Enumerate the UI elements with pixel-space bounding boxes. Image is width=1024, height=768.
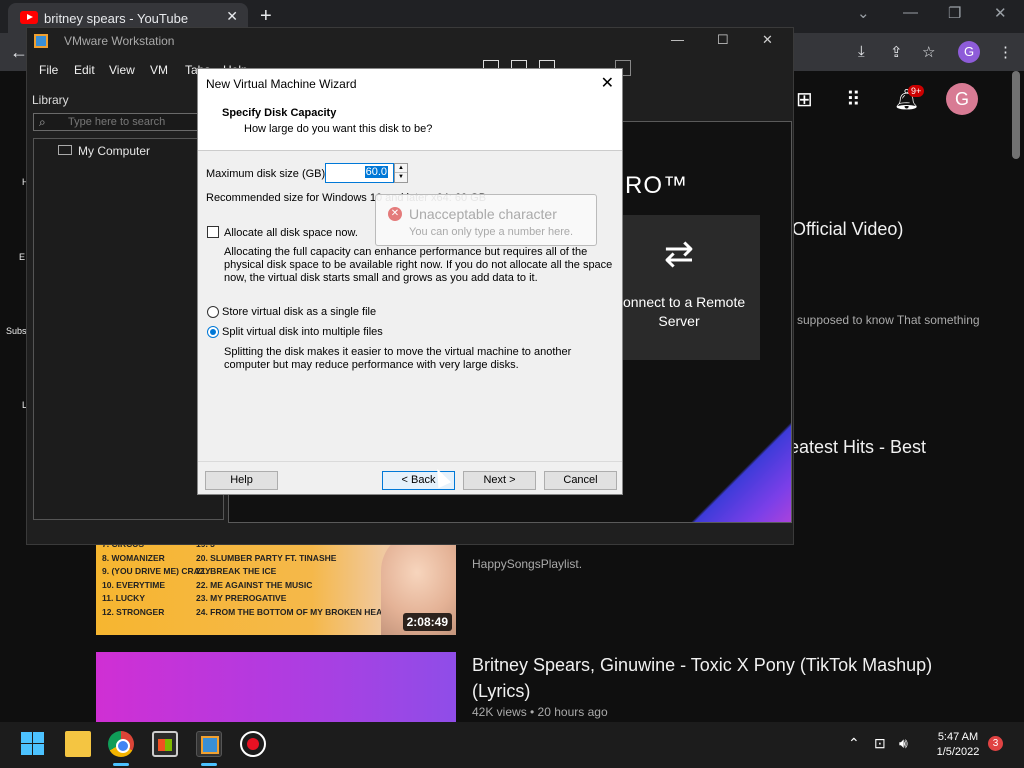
- system-clock[interactable]: 5:47 AM 1/5/2022: [930, 730, 986, 760]
- start-button-icon[interactable]: [20, 731, 46, 757]
- menu-file[interactable]: File: [39, 63, 58, 77]
- chrome-taskbar-icon[interactable]: [108, 731, 134, 757]
- side-label-explore[interactable]: E: [19, 252, 25, 262]
- tracklist-left: 7. CIRCUS 8. WOMANIZER 9. (YOU DRIVE ME)…: [102, 539, 211, 617]
- video-thumbnail[interactable]: 7. CIRCUS 8. WOMANIZER 9. (YOU DRIVE ME)…: [96, 539, 456, 635]
- menu-vm[interactable]: VM: [150, 63, 168, 77]
- max-disk-size-label: Maximum disk size (GB):: [206, 168, 329, 180]
- vmware-statusbar: [27, 528, 793, 544]
- network-icon[interactable]: ⊡: [874, 735, 886, 752]
- tab-close-icon[interactable]: ✕: [226, 8, 238, 25]
- dialog-separator: [198, 461, 622, 462]
- new-vm-wizard-dialog: New Virtual Machine Wizard ✕ Specify Dis…: [197, 68, 623, 495]
- library-search-input[interactable]: ⌕ Type here to search: [33, 113, 223, 131]
- menu-edit[interactable]: Edit: [74, 63, 95, 77]
- tracklist-right: 19. 3 20. SLUMBER PARTY FT. TINASHE 21. …: [196, 539, 394, 617]
- dialog-titlebar: New Virtual Machine Wizard ✕: [198, 69, 622, 98]
- video-description-partial: supposed to know That something: [797, 313, 980, 327]
- create-video-icon[interactable]: ⊞: [796, 87, 813, 112]
- error-icon: ✕: [388, 207, 402, 221]
- spinner-up-icon[interactable]: ▲: [395, 164, 407, 173]
- video-title[interactable]: Britney Spears, Ginuwine - Toxic X Pony …: [472, 652, 932, 678]
- close-window-icon[interactable]: ✕: [994, 4, 1007, 22]
- microsoft-store-icon[interactable]: [152, 731, 178, 757]
- vmware-title: VMware Workstation: [64, 34, 175, 48]
- dialog-subheading: How large do you want this disk to be?: [244, 123, 433, 135]
- tooltip-title: Unacceptable character: [409, 206, 557, 222]
- chrome-active-indicator: [113, 763, 129, 766]
- restore-icon[interactable]: ❐: [948, 4, 961, 22]
- page-scrollbar[interactable]: [1012, 71, 1020, 159]
- volume-icon[interactable]: 🔊︎: [899, 735, 908, 752]
- dialog-title: New Virtual Machine Wizard: [206, 77, 357, 91]
- single-file-label[interactable]: Store virtual disk as a single file: [222, 306, 376, 319]
- tooltip-message: You can only type a number here.: [409, 226, 574, 238]
- pro-logo-text: RO™: [625, 172, 688, 199]
- video-meta: 42K views • 20 hours ago: [472, 705, 608, 719]
- split-description: Splitting the disk makes it easier to mo…: [224, 346, 572, 371]
- video-title-partial[interactable]: Official Video): [792, 216, 903, 242]
- tab-search-icon[interactable]: ⌄: [857, 4, 870, 22]
- spinner-down-icon[interactable]: ▼: [395, 173, 407, 182]
- split-files-label[interactable]: Split virtual disk into multiple files: [222, 326, 383, 339]
- download-icon[interactable]: ⤓: [858, 43, 865, 60]
- video-title-line2[interactable]: (Lyrics): [472, 678, 530, 704]
- tree-item-my-computer[interactable]: My Computer: [78, 144, 150, 158]
- clock-date: 1/5/2022: [936, 746, 980, 758]
- dialog-header: Specify Disk Capacity How large do you w…: [198, 98, 622, 151]
- computer-icon: [58, 145, 72, 155]
- show-hidden-icons-icon[interactable]: ⌃: [848, 735, 860, 752]
- disk-size-spinner[interactable]: ▲ ▼: [394, 163, 408, 183]
- decorative-stripe: [651, 382, 791, 522]
- video-title-partial[interactable]: eatest Hits - Best: [789, 434, 926, 460]
- windows-taskbar: ⌃ ⊡ 🔊︎ 5:47 AM 1/5/2022 3: [0, 722, 1024, 768]
- cancel-button[interactable]: Cancel: [544, 471, 617, 490]
- next-button[interactable]: Next >: [463, 471, 536, 490]
- allocate-all-label[interactable]: Allocate all disk space now.: [224, 227, 358, 240]
- clock-time: 5:47 AM: [937, 731, 979, 743]
- validation-tooltip: ✕ Unacceptable character You can only ty…: [375, 194, 597, 246]
- max-disk-size-input[interactable]: 60.0: [325, 163, 394, 183]
- dialog-close-icon[interactable]: ✕: [601, 73, 614, 93]
- close-icon[interactable]: ✕: [762, 32, 773, 48]
- profile-avatar[interactable]: G: [958, 41, 980, 63]
- notification-center-badge[interactable]: 3: [988, 736, 1003, 751]
- menu-view[interactable]: View: [109, 63, 135, 77]
- allocate-description: Allocating the full capacity can enhance…: [224, 246, 613, 284]
- help-button[interactable]: Help: [205, 471, 278, 490]
- dialog-heading: Specify Disk Capacity: [222, 107, 337, 119]
- split-files-radio[interactable]: [207, 326, 219, 338]
- side-label-subscriptions[interactable]: Subs: [6, 326, 27, 336]
- search-icon: ⌕: [39, 115, 46, 129]
- screen-recorder-icon[interactable]: [240, 731, 266, 757]
- video-thumbnail[interactable]: [96, 652, 456, 722]
- allocate-all-checkbox[interactable]: [207, 226, 219, 238]
- library-label: Library: [32, 93, 69, 107]
- apps-grid-icon[interactable]: ⠿: [846, 87, 861, 112]
- channel-name[interactable]: HappySongsPlaylist.: [472, 557, 582, 571]
- library-tree: My Computer: [33, 138, 224, 520]
- notification-count-badge: 9+: [908, 85, 925, 97]
- bookmark-star-icon[interactable]: ☆: [922, 43, 935, 61]
- youtube-avatar[interactable]: G: [946, 83, 978, 115]
- share-icon[interactable]: ⇪: [890, 43, 903, 61]
- file-explorer-icon[interactable]: [65, 731, 91, 757]
- vmware-taskbar-icon[interactable]: [196, 731, 222, 757]
- maximize-icon[interactable]: ☐: [717, 32, 729, 48]
- minimize-icon[interactable]: —: [671, 32, 684, 47]
- new-tab-button[interactable]: +: [260, 5, 272, 28]
- single-file-radio[interactable]: [207, 306, 219, 318]
- max-disk-size-value: 60.0: [364, 166, 388, 178]
- video-duration-badge: 2:08:49: [402, 613, 452, 631]
- vmware-logo-icon: [34, 34, 48, 48]
- search-placeholder: Type here to search: [68, 116, 166, 128]
- menu-dots-icon[interactable]: ⋮: [998, 43, 1013, 61]
- tab-title: britney spears - YouTube: [44, 11, 189, 26]
- vmware-active-indicator: [201, 763, 217, 766]
- minimize-icon[interactable]: —: [903, 4, 918, 21]
- vmware-titlebar: VMware Workstation — ☐ ✕: [27, 28, 793, 54]
- youtube-favicon-icon: [20, 11, 38, 24]
